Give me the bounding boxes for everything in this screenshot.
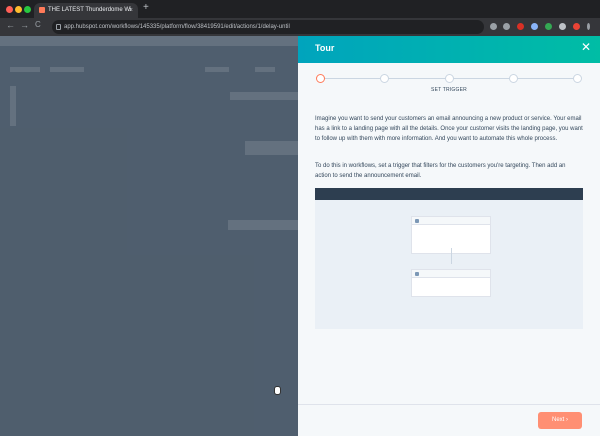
extension-blue-icon[interactable]	[531, 23, 538, 30]
illustration-header-bar	[315, 188, 583, 200]
close-icon[interactable]: ✕	[581, 40, 591, 54]
address-url: app.hubspot.com/workflows/145335/platfor…	[64, 24, 290, 30]
step-dot-4[interactable]	[509, 74, 518, 83]
modal-overlay	[0, 36, 298, 436]
step-dot-3[interactable]	[445, 74, 454, 83]
browser-toolbar: ← → C app.hubspot.com/workflows/145335/p…	[0, 18, 600, 36]
tour-paragraph-2: To do this in workflows, set a trigger t…	[315, 163, 566, 179]
tour-footer: Next ›	[298, 404, 600, 436]
tour-header: Tour ✕	[298, 36, 600, 63]
step-dot-5[interactable]	[573, 74, 582, 83]
ghost-element	[230, 92, 298, 100]
bookmark-star-icon[interactable]	[503, 23, 510, 30]
action-card	[411, 269, 491, 297]
window-minimize-dot[interactable]	[15, 6, 22, 13]
person-icon	[415, 219, 419, 223]
next-button[interactable]: Next ›	[538, 412, 582, 429]
hubspot-favicon-icon	[39, 7, 45, 13]
tour-panel: Tour ✕ SET TRIGGER Imagine you want to s…	[298, 36, 600, 436]
extension-green-icon[interactable]	[545, 23, 552, 30]
ghost-element	[228, 220, 298, 230]
ghost-element	[205, 67, 229, 72]
step-dot-2[interactable]	[380, 74, 389, 83]
address-bar[interactable]: app.hubspot.com/workflows/145335/platfor…	[52, 20, 484, 34]
step-label: SET TRIGGER	[431, 87, 467, 93]
ghost-element	[245, 141, 298, 155]
trigger-card-header	[412, 217, 490, 225]
profile-avatar[interactable]	[573, 23, 580, 30]
window-maximize-dot[interactable]	[24, 6, 31, 13]
lock-icon	[56, 24, 61, 30]
back-arrow-icon[interactable]: ←	[6, 20, 15, 30]
ghost-element	[255, 67, 275, 72]
ghost-element	[10, 86, 16, 126]
browser-tab[interactable]: THE LATEST Thunderdome Wi ×	[34, 3, 138, 18]
menu-dots-icon[interactable]	[587, 23, 590, 30]
tour-paragraph-1: Imagine you want to send your customers …	[315, 116, 583, 142]
window-close-dot[interactable]	[6, 6, 13, 13]
workflow-illustration	[315, 188, 583, 329]
extension-puzzle-icon[interactable]	[559, 23, 566, 30]
tab-close-icon[interactable]: ×	[129, 3, 133, 18]
email-icon	[415, 272, 419, 276]
ghost-element	[10, 67, 40, 72]
forward-arrow-icon[interactable]: →	[20, 20, 29, 30]
step-dot-1[interactable]	[316, 74, 325, 83]
ghost-element	[50, 67, 84, 72]
hand-cursor-icon	[274, 386, 281, 395]
extension-red-icon[interactable]	[517, 23, 524, 30]
tab-title: THE LATEST Thunderdome Wi	[48, 7, 132, 13]
action-card-header	[412, 270, 490, 278]
tour-title: Tour	[315, 43, 335, 53]
reload-icon[interactable]: C	[35, 20, 41, 29]
extension-download-icon[interactable]	[490, 23, 497, 30]
connector-line	[451, 248, 452, 264]
top-nav-ghost	[0, 36, 298, 46]
browser-tab-bar: THE LATEST Thunderdome Wi × +	[0, 0, 600, 18]
new-tab-button[interactable]: +	[143, 2, 149, 13]
